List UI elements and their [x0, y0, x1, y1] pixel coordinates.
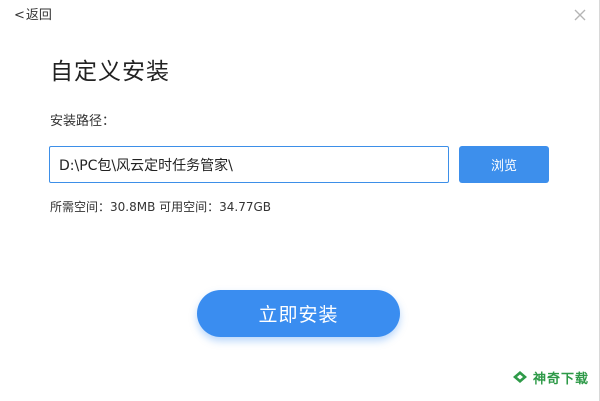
watermark: 神奇下载: [511, 367, 589, 387]
install-path-input[interactable]: [49, 146, 449, 183]
close-button[interactable]: [571, 6, 589, 24]
chevron-left-icon: <: [14, 8, 25, 23]
install-path-label: 安装路径：: [50, 114, 116, 129]
page-title: 自定义安装: [50, 59, 170, 85]
installer-window: < 返回 自定义安装 安装路径： 浏览 所需空间：30.8MB 可用空间：34.…: [0, 0, 600, 401]
leaf-logo-icon: [513, 371, 527, 383]
watermark-text: 神奇下载: [533, 371, 590, 387]
back-button[interactable]: < 返回: [14, 7, 52, 25]
back-label: 返回: [25, 8, 52, 23]
browse-button[interactable]: 浏览: [459, 146, 549, 183]
disk-space-info: 所需空间：30.8MB 可用空间：34.77GB: [50, 200, 272, 214]
close-icon: [574, 9, 586, 21]
install-now-button[interactable]: 立即安装: [197, 290, 400, 337]
